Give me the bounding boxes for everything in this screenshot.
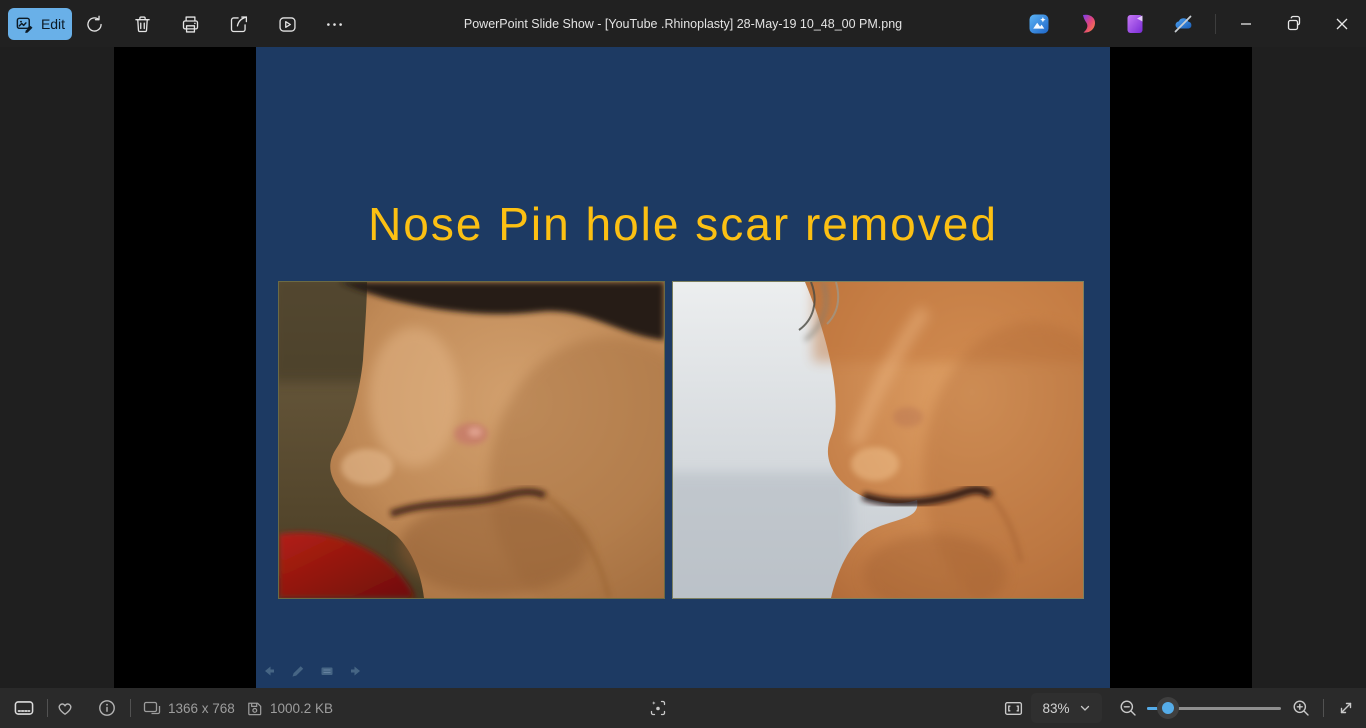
fullscreen-icon: [1336, 698, 1356, 718]
close-button[interactable]: [1318, 0, 1365, 47]
zoom-slider-thumb[interactable]: [1157, 697, 1179, 719]
close-icon: [1330, 12, 1354, 36]
designer-icon: [1075, 12, 1099, 36]
slideshow-icon: [277, 14, 298, 35]
rotate-button[interactable]: [74, 4, 114, 44]
onedrive-button[interactable]: [1169, 10, 1197, 38]
restore-icon: [1282, 12, 1306, 36]
file-size: 1000.2 KB: [270, 688, 333, 728]
before-photo: [278, 281, 665, 599]
slideshow-controls: [260, 662, 365, 680]
statusbar: 1366 x 768 1000.2 KB 83%: [0, 688, 1366, 728]
onedrive-slash-icon: [1171, 12, 1195, 36]
file-size-indicator: [243, 688, 265, 728]
previous-slide-button[interactable]: [260, 662, 278, 680]
minimize-icon: [1234, 12, 1258, 36]
statusbar-divider: [130, 699, 131, 717]
faded-scar-mark: [893, 407, 923, 427]
clipchamp-icon: [1123, 12, 1147, 36]
statusbar-divider: [1323, 699, 1324, 717]
edit-button-label: Edit: [41, 16, 65, 32]
slide-title: Nose Pin hole scar removed: [256, 193, 1110, 255]
slides-button[interactable]: [318, 662, 336, 680]
clipchamp-button[interactable]: [1121, 10, 1149, 38]
zoom-in-button[interactable]: [1283, 688, 1319, 728]
edit-icon: [15, 15, 34, 34]
pen-button[interactable]: [289, 662, 307, 680]
displayed-image[interactable]: Nose Pin hole scar removed: [114, 47, 1252, 688]
slideshow-button[interactable]: [267, 4, 307, 44]
maximize-restore-button[interactable]: [1270, 0, 1317, 47]
zoom-level-dropdown[interactable]: 83%: [1031, 693, 1102, 723]
titlebar: Edit: [0, 0, 1366, 47]
viewer-canvas: Nose Pin hole scar removed: [0, 47, 1366, 688]
zoom-out-button[interactable]: [1110, 688, 1146, 728]
share-icon: [228, 14, 249, 35]
ai-edit-icon: [1027, 12, 1051, 36]
after-photo-art: [673, 282, 1083, 598]
favorite-button[interactable]: [48, 688, 82, 728]
delete-icon: [132, 14, 153, 35]
save-icon: [245, 699, 264, 718]
dimensions-icon: [142, 698, 162, 718]
edit-button[interactable]: Edit: [8, 8, 72, 40]
filmstrip-icon: [13, 697, 35, 719]
share-button[interactable]: [218, 4, 258, 44]
favorite-icon: [55, 698, 75, 718]
pen-icon: [290, 663, 306, 679]
visual-search-icon: [648, 698, 668, 718]
info-icon: [97, 698, 117, 718]
next-slide-button[interactable]: [347, 662, 365, 680]
dimensions-indicator: [141, 688, 163, 728]
image-dimensions: 1366 x 768: [168, 688, 235, 728]
zoom-in-icon: [1291, 698, 1311, 718]
fullscreen-button[interactable]: [1328, 688, 1364, 728]
rotate-icon: [84, 14, 105, 35]
more-button[interactable]: [314, 4, 354, 44]
fit-screen-icon: [1003, 698, 1024, 719]
powerpoint-slide: Nose Pin hole scar removed: [256, 47, 1110, 688]
after-photo: [672, 281, 1084, 599]
zoom-slider[interactable]: [1147, 688, 1281, 728]
chevron-down-icon: [1079, 702, 1091, 714]
designer-button[interactable]: [1073, 10, 1101, 38]
filmstrip-toggle-button[interactable]: [7, 688, 41, 728]
previous-slide-icon: [261, 663, 277, 679]
info-button[interactable]: [90, 688, 124, 728]
zoom-out-icon: [1118, 698, 1138, 718]
slides-icon: [319, 663, 335, 679]
next-slide-icon: [348, 663, 364, 679]
zoom-level-value: 83%: [1042, 701, 1069, 716]
more-icon: [324, 14, 345, 35]
before-photo-art: [279, 282, 664, 598]
photos-app-window: { "window": { "title": "PowerPoint Slide…: [0, 0, 1366, 728]
delete-button[interactable]: [122, 4, 162, 44]
visual-search-button[interactable]: [640, 688, 676, 728]
print-button[interactable]: [170, 4, 210, 44]
titlebar-divider: [1215, 14, 1216, 34]
minimize-button[interactable]: [1222, 0, 1269, 47]
ai-edit-button[interactable]: [1025, 10, 1053, 38]
print-icon: [180, 14, 201, 35]
fit-screen-button[interactable]: [995, 688, 1031, 728]
